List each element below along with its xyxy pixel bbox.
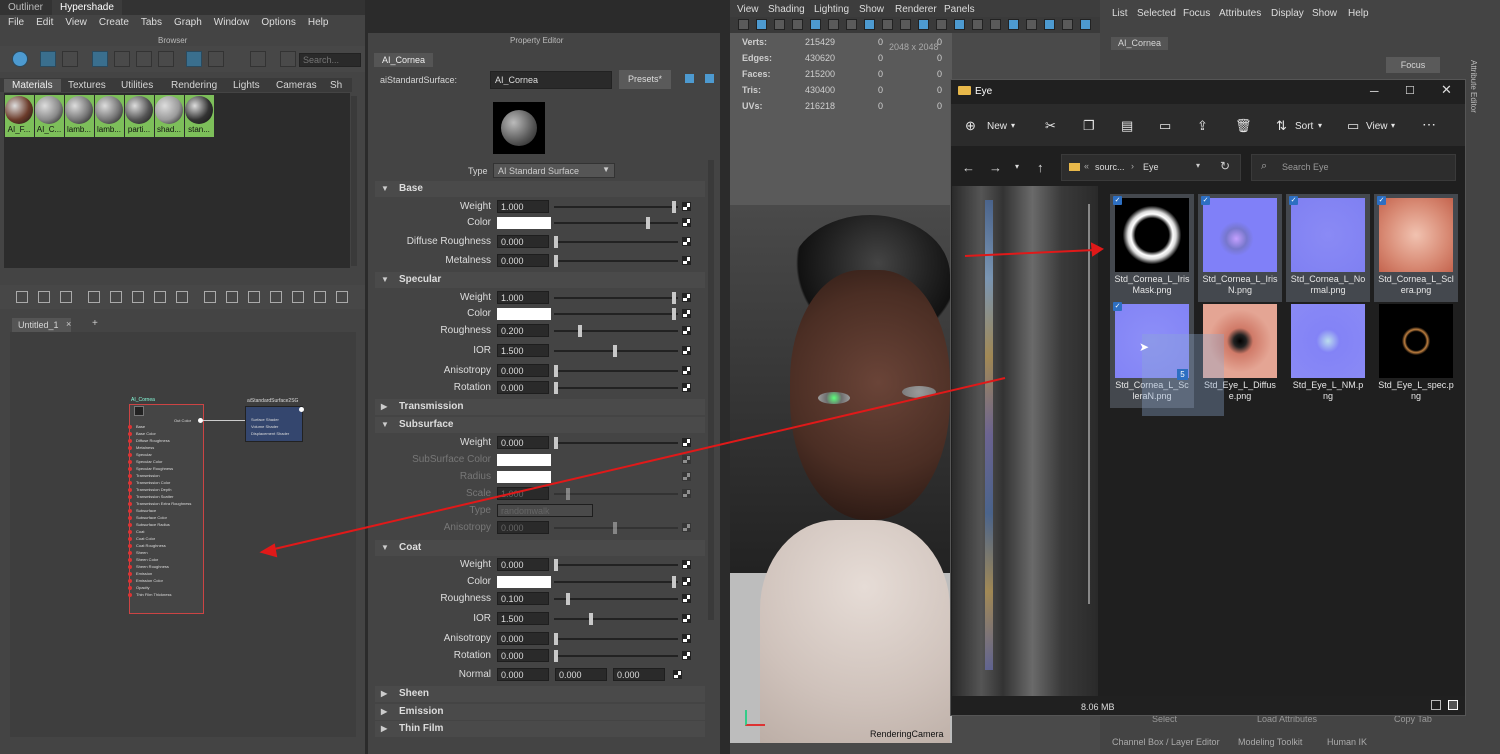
arrow-head-iris-mask: [1090, 242, 1104, 257]
arrow-to-iris-mask: [964, 249, 1096, 257]
annotation-arrows: [259, 242, 1104, 558]
arrow-head-node-graph: [259, 543, 278, 558]
arrow-to-node-graph: [269, 377, 1006, 551]
